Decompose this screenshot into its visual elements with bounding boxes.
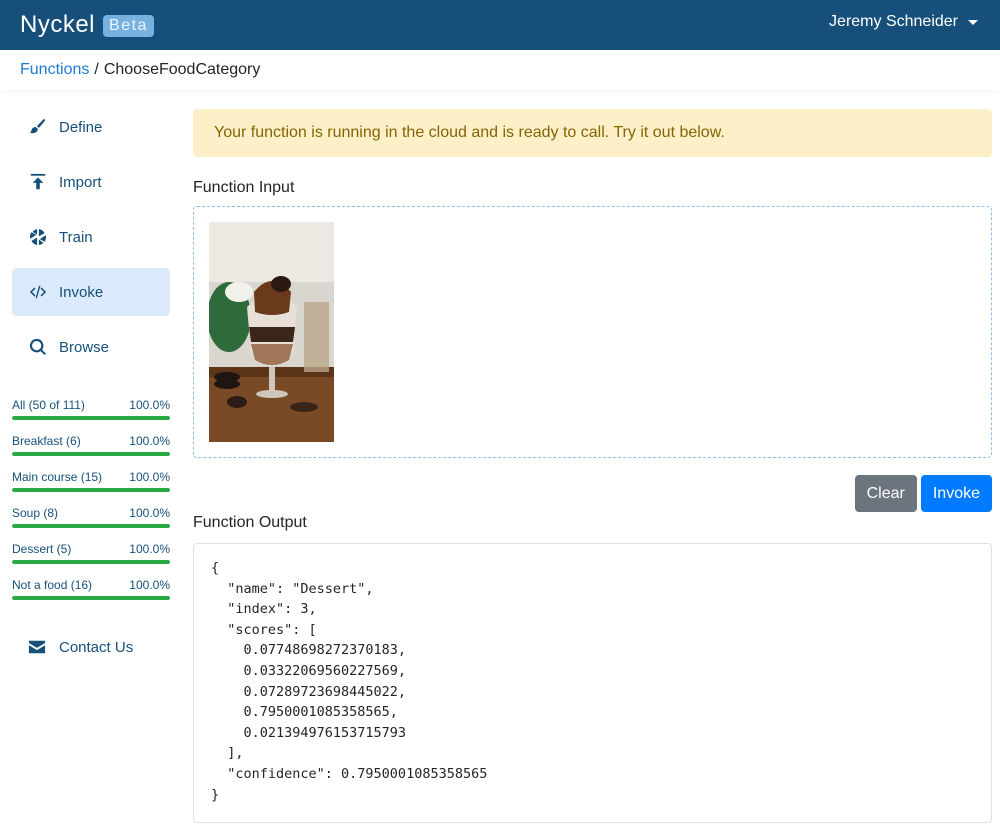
beta-badge: Beta [103,15,154,37]
envelope-icon [28,640,46,654]
progress-bar [12,488,170,492]
sidebar-item-label: Import [59,173,102,191]
code-icon [28,282,48,302]
sidebar-nav: Define Import Train Invoke Browse [12,103,170,378]
stat-label: Main course (15) [12,470,103,484]
stat-percent: 100.0% [129,542,170,556]
image-dropzone[interactable] [193,206,992,458]
function-input-label: Function Input [193,179,295,196]
top-navbar: Nyckel Beta Jeremy Schneider [0,0,1000,50]
stat-main-course[interactable]: Main course (15) 100.0% [12,470,170,492]
function-output-label: Function Output [193,514,307,531]
progress-bar [12,416,170,420]
stat-label: All (50 of 111) [12,398,85,412]
stat-all[interactable]: All (50 of 111) 100.0% [12,398,170,420]
stat-not-a-food[interactable]: Not a food (16) 100.0% [12,578,170,600]
stat-percent: 100.0% [129,398,170,412]
sidebar-item-invoke[interactable]: Invoke [12,268,170,316]
contact-us-link[interactable]: Contact Us [28,638,133,656]
progress-bar [12,596,170,600]
stat-percent: 100.0% [129,578,170,592]
user-menu[interactable]: Jeremy Schneider [829,13,978,31]
clear-button[interactable]: Clear [854,475,917,512]
aperture-icon [28,227,48,247]
status-alert: Your function is running in the cloud an… [193,109,992,157]
user-name: Jeremy Schneider [829,13,958,30]
sidebar-item-label: Define [59,118,103,136]
category-stats: All (50 of 111) 100.0% Breakfast (6) 100.0… [12,398,170,614]
action-buttons: Clear Invoke [854,475,992,512]
breadcrumb-functions-link[interactable]: Functions [20,61,89,79]
main-content: Your function is running in the cloud an… [193,109,992,823]
caret-down-icon [968,19,978,25]
stat-soup[interactable]: Soup (8) 100.0% [12,506,170,528]
sidebar-item-label: Browse [59,338,110,356]
progress-fill [12,560,170,564]
input-image-thumbnail [209,222,334,442]
progress-fill [12,416,170,420]
stat-label: Dessert (5) [12,542,72,556]
function-output-json: { "name": "Dessert", "index": 3, "scores… [193,543,992,823]
stat-percent: 100.0% [129,434,170,448]
breadcrumb-separator: / [94,61,99,78]
search-icon [28,337,48,357]
stat-label: Not a food (16) [12,578,93,592]
progress-bar [12,524,170,528]
sidebar-item-train[interactable]: Train [12,213,170,261]
sidebar-item-label: Invoke [59,283,104,301]
sidebar-item-define[interactable]: Define [12,103,170,151]
stat-percent: 100.0% [129,506,170,520]
sidebar-item-label: Train [59,228,93,246]
stat-label: Breakfast (6) [12,434,81,448]
brand-logo[interactable]: Nyckel [20,11,95,39]
progress-bar [12,560,170,564]
breadcrumb: Functions / ChooseFoodCategory [0,50,1000,90]
contact-us-label: Contact Us [59,638,134,656]
progress-fill [12,488,170,492]
stat-breakfast[interactable]: Breakfast (6) 100.0% [12,434,170,456]
stat-percent: 100.0% [129,470,170,484]
sidebar-item-import[interactable]: Import [12,158,170,206]
stat-label: Soup (8) [12,506,59,520]
upload-icon [28,172,48,192]
progress-fill [12,452,170,456]
progress-fill [12,596,170,600]
sidebar-item-browse[interactable]: Browse [12,323,170,371]
breadcrumb-current: ChooseFoodCategory [103,61,261,78]
progress-bar [12,452,170,456]
stat-dessert[interactable]: Dessert (5) 100.0% [12,542,170,564]
paintbrush-icon [28,117,48,137]
invoke-button[interactable]: Invoke [920,475,992,512]
progress-fill [12,524,170,528]
